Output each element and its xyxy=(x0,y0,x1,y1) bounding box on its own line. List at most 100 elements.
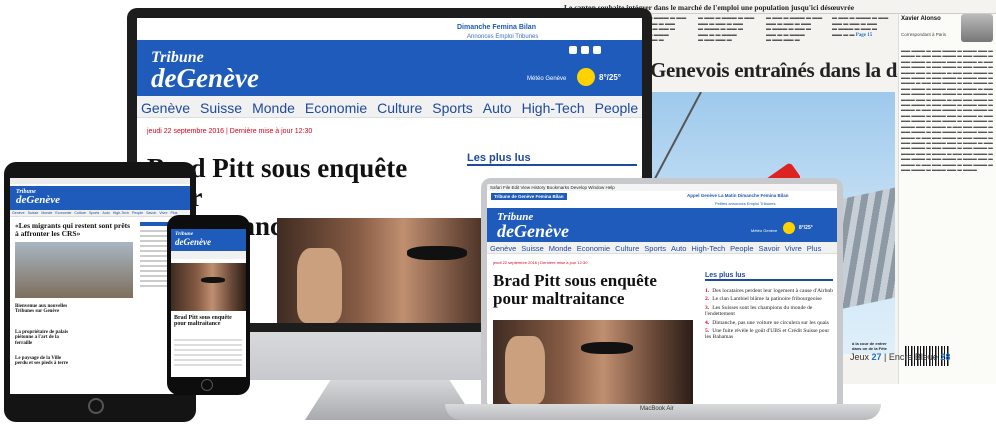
nav-item-genève[interactable]: Genève xyxy=(490,244,516,253)
site-logo-bottom[interactable]: deGenève xyxy=(151,65,642,92)
laptop-site-header: Tribune deGenève Météo Genève 8°/25° xyxy=(487,208,837,242)
nav-item-sports[interactable]: Sports xyxy=(89,211,99,215)
photo-hand xyxy=(505,336,545,404)
popular-item-text: Des locataires perdent leur logement à c… xyxy=(712,288,833,294)
newspaper-sidebar: Xavier Alonso Correspondant à Paris ▬▬ ▬… xyxy=(898,14,996,384)
laptop-menubar[interactable]: Safari File Edit View History Bookmarks … xyxy=(487,184,837,191)
laptop-popular-list: 1. Des locataires perdent leur logement à… xyxy=(705,288,833,343)
laptop-network-tabs[interactable]: Appel Genève La Matin Dimanche Femina Bi… xyxy=(687,193,789,198)
nav-item-genève[interactable]: Genève xyxy=(12,211,25,215)
footer-prefix: Jeux xyxy=(850,352,872,362)
nav-item-auto[interactable]: Auto xyxy=(102,211,109,215)
nav-item-high-tech[interactable]: High-Tech xyxy=(691,244,725,253)
nav-item-culture[interactable]: Culture xyxy=(377,100,422,116)
phone-home-button[interactable] xyxy=(201,379,213,391)
newspaper-headline: Genevois entraînés dans la danse xyxy=(650,58,936,82)
twitter-icon[interactable] xyxy=(581,46,589,54)
nav-item-sports[interactable]: Sports xyxy=(644,244,666,253)
nav-item-genève[interactable]: Genève xyxy=(141,100,190,116)
nav-item-economie[interactable]: Economie xyxy=(55,211,71,215)
nav-item-culture[interactable]: Culture xyxy=(615,244,639,253)
nav-item-monde[interactable]: Monde xyxy=(549,244,572,253)
nav-item-sports[interactable]: Sports xyxy=(432,100,472,116)
site-nav: Genève Suisse Monde Economie Culture Sports Au… xyxy=(137,96,642,118)
nav-item-monde[interactable]: Monde xyxy=(41,211,52,215)
author-role: Correspondant à Paris xyxy=(901,32,947,37)
phone-site-photo[interactable] xyxy=(171,263,246,311)
laptop-site-headline[interactable]: Brad Pitt sous enquête pour maltraitance xyxy=(493,271,689,309)
nav-item-economie[interactable]: Economie xyxy=(305,100,367,116)
popular-item[interactable]: 1. Des locataires perdent leur logement à… xyxy=(705,288,833,294)
popular-item[interactable]: 4. Dimanche, pas une voiture ne circulera… xyxy=(705,320,833,326)
popular-item[interactable]: 3. Les Suisses sont les champions du mond… xyxy=(705,305,833,318)
tablet-teaser-3[interactable]: Le paysage de la Ville perdu et ses pied… xyxy=(15,356,75,367)
laptop-site-tabs[interactable]: Tribune de Genève Femina Bilan xyxy=(491,193,567,200)
nav-item-people[interactable]: People xyxy=(132,211,143,215)
laptop-site-photo[interactable] xyxy=(493,320,693,404)
nav-item-savoir[interactable]: Savoir xyxy=(759,244,780,253)
phone-nav[interactable] xyxy=(171,251,246,259)
nav-item-plus[interactable]: Plus xyxy=(807,244,822,253)
author-portrait xyxy=(961,14,993,42)
popular-item-number: 1. xyxy=(705,288,710,294)
laptop-popular-title: Les plus lus xyxy=(705,272,833,281)
popular-item-number: 3. xyxy=(705,304,710,311)
smartphone: Tribune deGenève Brad Pitt sous enquête … xyxy=(167,215,250,395)
nav-item-suisse[interactable]: Suisse xyxy=(28,211,39,215)
popular-item-number: 5. xyxy=(705,328,710,335)
rss-icon[interactable] xyxy=(593,46,601,54)
tablet-logo-bottom[interactable]: deGenève xyxy=(16,195,190,206)
tablet-teaser-1[interactable]: Bienvenue aux nouvelles Tribunes sur Gen… xyxy=(15,304,75,315)
nav-item-culture[interactable]: Culture xyxy=(74,211,86,215)
stage: Le canton souhaite intégrer dans le marc… xyxy=(0,0,996,439)
nav-item-suisse[interactable]: Suisse xyxy=(521,244,544,253)
laptop-site-date: jeudi 22 septembre 2016 | Dernière mise … xyxy=(493,260,588,265)
footer-page-encre: 28 xyxy=(940,352,951,362)
tablet-hero-photo[interactable] xyxy=(15,242,133,298)
phone-headline[interactable]: Brad Pitt sous enquête pour maltraitance xyxy=(174,315,242,328)
nav-item-vivre[interactable]: Vivre xyxy=(159,211,167,215)
laptop: Safari File Edit View History Bookmarks … xyxy=(481,178,843,404)
phone-site-header: Tribune deGenève xyxy=(171,229,246,251)
nav-item-high-tech[interactable]: High-Tech xyxy=(522,100,585,116)
phone-logo-bottom[interactable]: deGenève xyxy=(175,237,246,247)
facebook-icon[interactable] xyxy=(569,46,577,54)
nav-item-people[interactable]: People xyxy=(730,244,753,253)
nav-item-auto[interactable]: Auto xyxy=(483,100,512,116)
nav-item-high-tech[interactable]: High-Tech xyxy=(113,211,129,215)
nav-item-monde[interactable]: Monde xyxy=(252,100,295,116)
laptop-weather-label: Météo Genève xyxy=(751,228,778,233)
site-date: jeudi 22 septembre 2016 | Dernière mise … xyxy=(147,128,313,135)
newspaper-column: ▬ ▬▬ ▬ ▬▬▬ ▬ ▬▬▬▬ ▬ ▬▬ ▬ ▬▬▬ ▬▬▬ ▬ ▬▬ ▬▬… xyxy=(698,16,755,44)
sun-icon xyxy=(577,68,595,86)
site-network-tabs[interactable]: Dimanche Femina Bilan xyxy=(457,24,536,31)
site-top-bar: Dimanche Femina Bilan Annonces Emploi Tr… xyxy=(137,18,642,40)
tablet-headline[interactable]: «Les migrants qui restent sont prêts à a… xyxy=(15,221,135,238)
nav-item-people[interactable]: People xyxy=(595,100,639,116)
nav-item-savoir[interactable]: Savoir xyxy=(146,211,156,215)
popular-item[interactable]: 5. Une fuite révèle le goût d'UBS et Créd… xyxy=(705,328,833,341)
newspaper-column: ▬ ▬▬ ▬ ▬▬▬ ▬ ▬▬▬▬ ▬ ▬▬ ▬ ▬▬▬ ▬▬▬ ▬ ▬▬ ▬▬… xyxy=(766,16,823,44)
popular-item-text: Les Suisses sont les champions du monde … xyxy=(705,304,813,318)
popular-title: Les plus lus xyxy=(467,152,637,166)
weather-label: Météo Genève xyxy=(527,76,567,82)
phone-screen: Tribune deGenève Brad Pitt sous enquête … xyxy=(171,229,246,377)
newspaper-caption: à la cour de entrer dans on de la Fête xyxy=(852,341,887,351)
popular-item-text: Dimanche, pas une voiture ne circulera s… xyxy=(712,319,829,326)
popular-item[interactable]: 2. Le clan Lambiel blâme la patinoire fri… xyxy=(705,296,833,302)
laptop-site-actions[interactable]: Petites annonces Emploi Tribunes xyxy=(715,201,775,206)
nav-item-suisse[interactable]: Suisse xyxy=(200,100,242,116)
tablet-teaser-2[interactable]: La propriétaire de palais piétonne a l'a… xyxy=(15,330,75,346)
nav-item-economie[interactable]: Economie xyxy=(577,244,610,253)
laptop-sun-icon xyxy=(783,222,795,234)
laptop-site-nav: Genève Suisse Monde Economie Culture Sports Au… xyxy=(487,242,837,254)
tablet-home-button[interactable] xyxy=(88,398,104,414)
tablet-screen: Tribune deGenève Genève Suisse Monde Econom… xyxy=(10,178,190,394)
footer-middle: | Encre Bleue xyxy=(881,352,941,362)
site-photo[interactable] xyxy=(277,218,507,323)
newspaper-page-ref: Page 15 xyxy=(855,32,873,38)
footer-page-games: 27 xyxy=(871,352,882,362)
nav-item-auto[interactable]: Auto xyxy=(671,244,686,253)
photo-sunglasses xyxy=(407,246,467,260)
nav-item-vivre[interactable]: Vivre xyxy=(785,244,802,253)
